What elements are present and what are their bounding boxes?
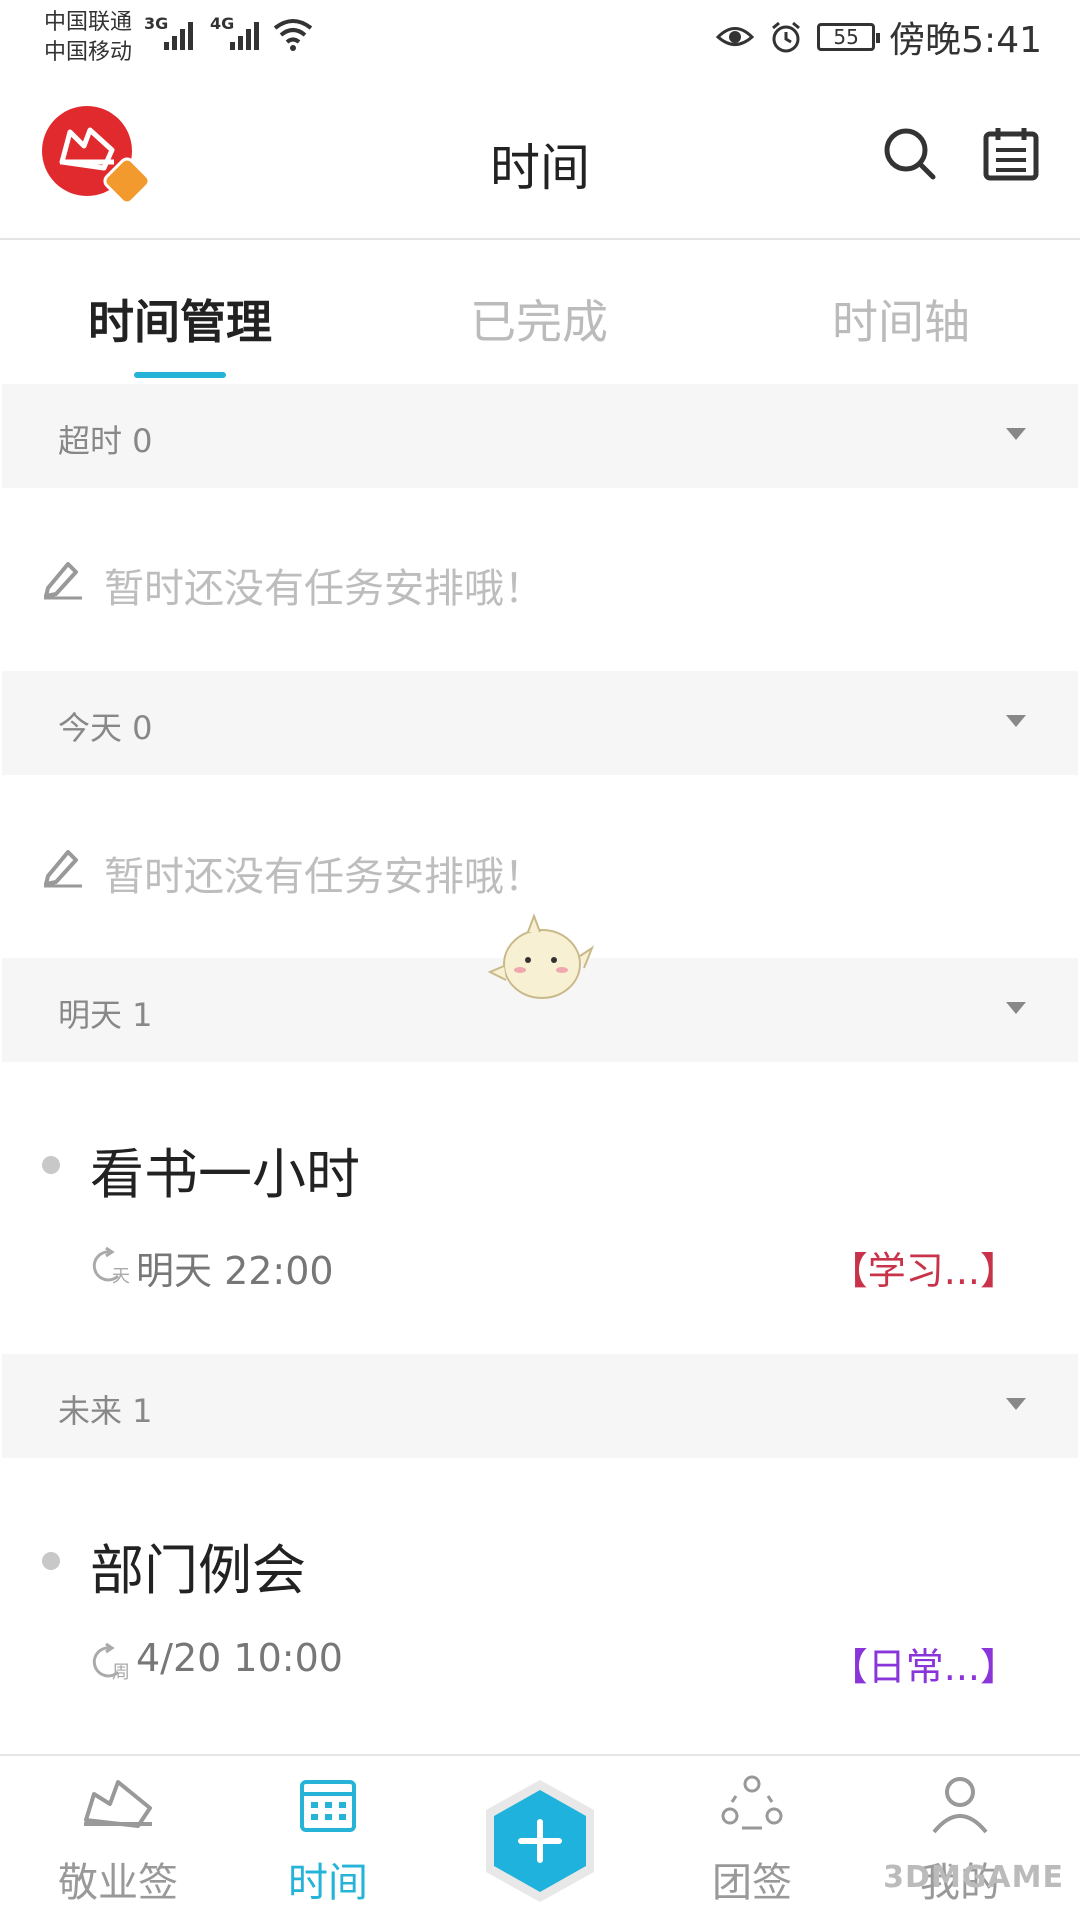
tab-timeline[interactable]: 时间轴	[832, 286, 970, 352]
chevron-down-icon	[1006, 428, 1026, 440]
pencil-icon	[44, 850, 82, 888]
note-icon	[84, 1780, 152, 1828]
status-right: 55 傍晚5:41	[715, 14, 1042, 61]
task-item[interactable]: 看书一小时 天 明天 22:00 【学习...】	[0, 1062, 1080, 1352]
task-bullet	[42, 1156, 60, 1174]
alarm-icon	[772, 21, 801, 53]
carrier-1: 中国联通	[44, 10, 133, 35]
status-time: 傍晚5:41	[889, 20, 1042, 61]
nav-item-team[interactable]: 团签	[652, 1756, 852, 1920]
bottom-nav: 敬业签 时间 团签 我的 3DMGAME	[0, 1754, 1080, 1920]
calendar-icon	[300, 1780, 356, 1832]
tab-completed[interactable]: 已完成	[470, 286, 608, 352]
eye-icon	[715, 27, 755, 46]
calendar-icon[interactable]	[982, 126, 1040, 184]
repeat-daily-icon: 天	[92, 1246, 130, 1286]
task-item[interactable]: 部门例会 周 4/20 10:00 【日常...】	[0, 1458, 1080, 1748]
tab-bar: 时间管理 已完成 时间轴	[0, 240, 1080, 380]
section-overdue[interactable]: 超时 0	[2, 384, 1078, 488]
task-category-tag[interactable]: 【学习...】	[830, 1240, 1018, 1295]
task-time: 明天 22:00	[136, 1249, 334, 1293]
signal-icon	[164, 22, 193, 50]
task-title: 部门例会	[90, 1539, 306, 1602]
nav-item-me[interactable]: 我的	[860, 1756, 1060, 1920]
task-title: 看书一小时	[90, 1143, 360, 1206]
nav-label: 时间	[288, 1860, 368, 1906]
chevron-down-icon	[1006, 1398, 1026, 1410]
app-header: 时间	[0, 82, 1080, 240]
task-bullet	[42, 1552, 60, 1570]
tab-active-indicator	[134, 372, 226, 378]
tab-time-management[interactable]: 时间管理	[88, 286, 272, 352]
search-icon[interactable]	[882, 126, 938, 182]
repeat-label: 天	[112, 1266, 130, 1286]
repeat-label: 周	[112, 1662, 130, 1682]
carrier-info: 中国联通 中国移动	[44, 8, 132, 68]
status-bar: 中国联通 中国移动 3G 4G 55 傍晚5:41	[0, 0, 1080, 80]
battery-indicator: 55	[817, 23, 881, 51]
section-label: 今天 0	[58, 709, 153, 747]
empty-text: 暂时还没有任务安排哦！	[104, 854, 544, 900]
wifi-icon	[273, 19, 313, 51]
nav-label: 团签	[712, 1860, 792, 1906]
empty-state-overdue: 暂时还没有任务安排哦！	[0, 520, 1080, 640]
section-today[interactable]: 今天 0	[2, 671, 1078, 775]
section-label: 明天 1	[58, 996, 153, 1034]
add-button[interactable]	[482, 1776, 598, 1906]
nav-item-notes[interactable]: 敬业签	[18, 1756, 218, 1920]
nav-item-time[interactable]: 时间	[228, 1756, 428, 1920]
section-label: 超时 0	[58, 422, 153, 460]
section-label: 未来 1	[58, 1392, 153, 1430]
nav-label: 敬业签	[58, 1860, 178, 1906]
task-category-tag[interactable]: 【日常...】	[830, 1636, 1018, 1691]
pencil-icon	[44, 562, 82, 600]
section-future[interactable]: 未来 1	[2, 1354, 1078, 1458]
user-icon	[932, 1777, 988, 1834]
empty-text: 暂时还没有任务安排哦！	[104, 566, 544, 612]
carrier-2: 中国移动	[44, 40, 133, 65]
signal-icon	[230, 22, 259, 50]
watermark: 3DMGAME	[883, 1860, 1064, 1895]
team-icon	[721, 1775, 783, 1830]
mascot-icon[interactable]	[488, 910, 598, 1006]
chevron-down-icon	[1006, 1002, 1026, 1014]
chevron-down-icon	[1006, 715, 1026, 727]
task-time: 4/20 10:00	[136, 1636, 343, 1680]
repeat-weekly-icon: 周	[92, 1642, 130, 1682]
